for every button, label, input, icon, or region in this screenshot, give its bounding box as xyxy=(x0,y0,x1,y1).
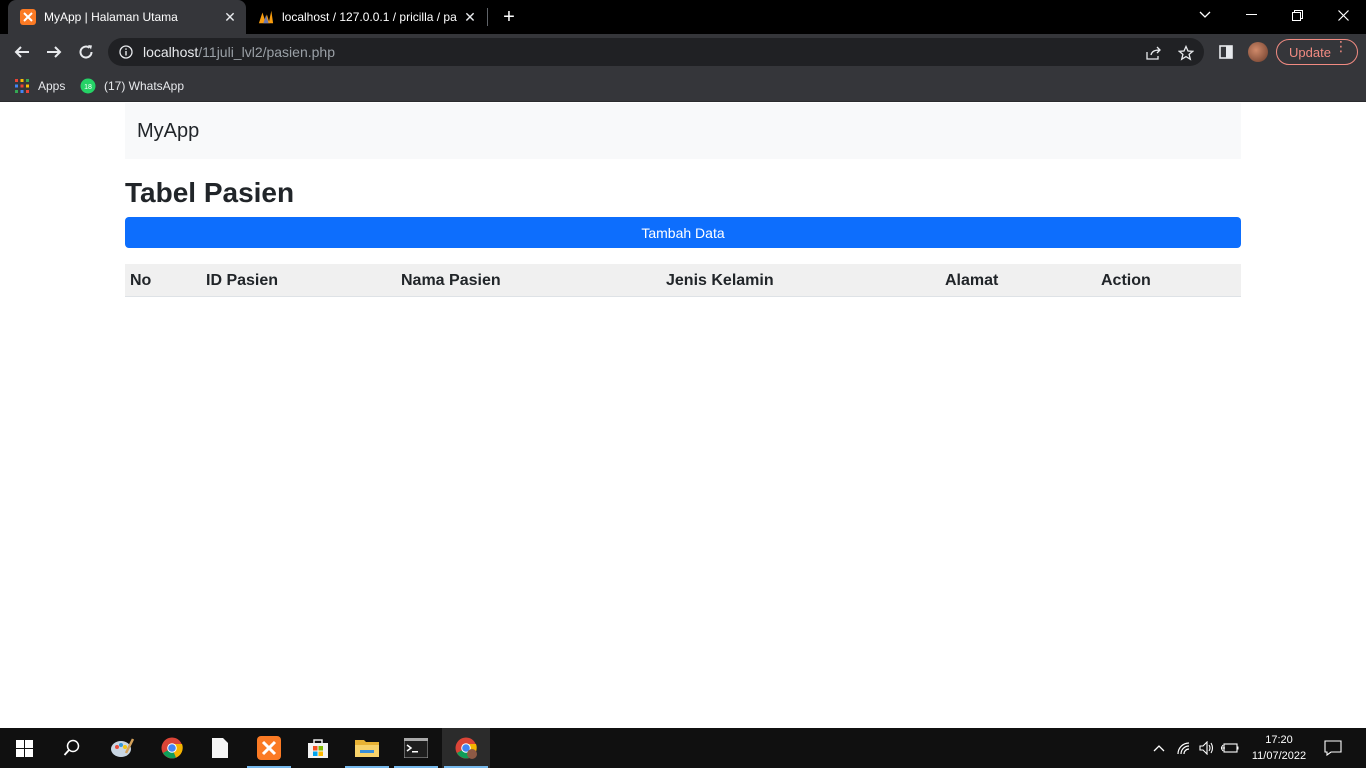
start-icon[interactable] xyxy=(0,728,48,768)
tab-search-chevron-icon[interactable] xyxy=(1182,0,1228,30)
tab-strip: MyApp | Halaman Utama ✕ localhost / 127.… xyxy=(0,0,1366,34)
close-icon[interactable]: ✕ xyxy=(220,7,240,27)
clock-time: 17:20 xyxy=(1265,734,1293,746)
xampp-icon xyxy=(20,9,36,25)
back-arrow-icon[interactable] xyxy=(10,40,34,64)
bookmark-apps[interactable]: Apps xyxy=(14,76,65,96)
file-icon[interactable] xyxy=(196,728,244,768)
tab-title: MyApp | Halaman Utama xyxy=(44,10,178,24)
reload-icon[interactable] xyxy=(74,40,98,64)
update-button[interactable]: Update ⋮ xyxy=(1276,39,1358,65)
paint-icon[interactable] xyxy=(98,728,146,768)
taskbar: 17:20 11/07/2022 xyxy=(0,728,1366,768)
address-bar[interactable]: localhost/11juli_lvl2/pasien.php xyxy=(108,38,1204,66)
search-icon[interactable] xyxy=(48,728,96,768)
tab-separator xyxy=(487,8,488,26)
patient-table-header: No ID Pasien Nama Pasien Jenis Kelamin A… xyxy=(125,264,1241,297)
bookmarks-bar: Apps 18 (17) WhatsApp xyxy=(0,70,1366,102)
tab-title: localhost / 127.0.0.1 / pricilla / pa xyxy=(282,10,457,24)
chevron-up-icon[interactable] xyxy=(1150,740,1168,756)
battery-icon[interactable] xyxy=(1221,740,1239,756)
store-icon[interactable] xyxy=(294,728,342,768)
update-label: Update xyxy=(1289,44,1331,60)
phpmyadmin-icon xyxy=(258,9,274,25)
volume-icon[interactable] xyxy=(1198,740,1216,756)
column-header-jenis-kelamin: Jenis Kelamin xyxy=(666,272,774,289)
share-icon[interactable] xyxy=(1145,44,1163,62)
apps-grid-icon xyxy=(15,79,29,93)
page-title: Tabel Pasien xyxy=(125,177,295,208)
wifi-icon[interactable] xyxy=(1175,740,1193,756)
restore-icon[interactable] xyxy=(1274,0,1320,30)
column-header-no: No xyxy=(130,272,152,289)
side-panel-icon[interactable] xyxy=(1217,43,1235,61)
column-header-action: Action xyxy=(1101,272,1151,289)
profile-avatar[interactable] xyxy=(1248,42,1268,62)
close-window-icon[interactable] xyxy=(1320,0,1366,30)
explorer-icon[interactable] xyxy=(343,728,391,768)
menu-dots-icon[interactable]: ⋮ xyxy=(1334,39,1348,53)
system-clock[interactable]: 17:20 11/07/2022 xyxy=(1242,732,1316,764)
tab-phpmyadmin[interactable]: localhost / 127.0.0.1 / pricilla / pa ✕ xyxy=(248,0,486,34)
url-text: localhost/11juli_lvl2/pasien.php xyxy=(143,44,335,60)
bookmark-whatsapp[interactable]: 18 (17) WhatsApp xyxy=(80,76,184,96)
browser-toolbar: localhost/11juli_lvl2/pasien.php xyxy=(0,34,1366,70)
svg-text:18: 18 xyxy=(84,84,92,91)
bookmark-label: (17) WhatsApp xyxy=(104,79,185,93)
whatsapp-icon: 18 xyxy=(80,78,96,94)
column-header-nama-pasien: Nama Pasien xyxy=(401,272,501,289)
forward-arrow-icon[interactable] xyxy=(42,40,66,64)
tab-myapp[interactable]: MyApp | Halaman Utama ✕ xyxy=(8,0,246,34)
xampp-icon[interactable] xyxy=(245,728,293,768)
new-tab-plus-icon[interactable]: + xyxy=(498,6,520,28)
chrome-icon[interactable] xyxy=(148,728,196,768)
close-icon[interactable]: ✕ xyxy=(460,7,480,27)
bookmark-label: Apps xyxy=(38,79,66,93)
web-page: MyApp Tabel Pasien Tambah Data No ID Pas… xyxy=(0,103,1366,728)
column-header-alamat: Alamat xyxy=(945,272,999,289)
minimize-icon[interactable] xyxy=(1228,0,1274,30)
chrome-icon[interactable] xyxy=(442,728,490,768)
notifications-icon[interactable] xyxy=(1324,740,1342,756)
bookmark-star-icon[interactable] xyxy=(1177,44,1195,62)
clock-date: 11/07/2022 xyxy=(1251,750,1307,762)
cmd-icon[interactable] xyxy=(392,728,440,768)
navbar-brand[interactable]: MyApp xyxy=(137,120,199,143)
site-info-icon[interactable] xyxy=(119,45,133,59)
navbar: MyApp xyxy=(125,103,1241,159)
add-data-button[interactable]: Tambah Data xyxy=(125,217,1241,248)
column-header-id-pasien: ID Pasien xyxy=(206,272,279,289)
